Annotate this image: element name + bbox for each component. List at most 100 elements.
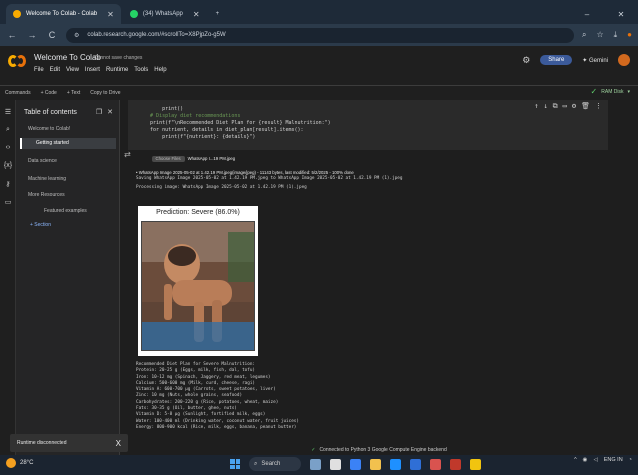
back-icon[interactable]: ← <box>6 30 18 40</box>
menu-file[interactable]: File <box>34 67 44 73</box>
toc-expand-icon[interactable]: ❐ <box>96 108 102 116</box>
runtime-status[interactable]: ✓ RAM Disk ▾ <box>591 87 630 96</box>
files-folder-icon[interactable]: ▭ <box>3 198 13 206</box>
more-options-icon[interactable]: ⋮ <box>595 103 602 110</box>
windows-start-icon[interactable] <box>230 459 240 469</box>
mail-icon[interactable] <box>430 458 441 470</box>
chevron-up-icon[interactable]: ^ <box>574 457 577 463</box>
bell-icon[interactable]: ◔ <box>629 457 632 463</box>
add-text-button[interactable]: + Text <box>67 90 80 96</box>
close-tab-icon[interactable]: ✕ <box>193 10 200 19</box>
url-text: colab.research.google.com/#scrollTo=X8Pj… <box>87 32 226 38</box>
menu-edit[interactable]: Edit <box>50 67 60 73</box>
wifi-icon[interactable]: ◉ <box>583 457 588 463</box>
add-code-button[interactable]: + Code <box>41 90 57 96</box>
share-button[interactable]: Share <box>540 55 573 65</box>
gemini-button[interactable]: ✦ Gemini <box>582 57 608 64</box>
settings-gear-icon[interactable]: ⚙ <box>522 55 530 66</box>
notebook-toolbar: Commands + Code + Text Copy to Drive <box>0 86 638 100</box>
edge-icon[interactable] <box>350 458 361 470</box>
variables-icon[interactable]: {x} <box>3 162 13 169</box>
close-icon[interactable]: ✕ <box>107 108 113 116</box>
toc-item-data-science[interactable]: Data science <box>28 158 57 164</box>
upload-status-text: WhatsApp Image 2025-05-02 at 1.42.19 PM.… <box>138 169 354 175</box>
notebook-title[interactable]: Welcome To Colab <box>34 53 101 62</box>
word-icon[interactable] <box>410 458 421 470</box>
toc-item-welcome[interactable]: Welcome to Colab! <box>28 126 70 132</box>
check-icon: ✓ <box>590 87 598 96</box>
search-icon[interactable]: ⌕ <box>3 126 13 134</box>
code-line: print(f"{nutrient}: {details}") <box>138 134 256 140</box>
tab-label: (34) WhatsApp <box>142 11 183 17</box>
profile-icon[interactable]: ● <box>627 30 632 40</box>
colab-logo-icon[interactable] <box>8 55 26 67</box>
reload-icon[interactable]: C <box>46 30 58 40</box>
taskbar-search[interactable]: ⌕ Search <box>249 457 301 471</box>
bookmark-star-icon[interactable]: ☆ <box>596 30 603 40</box>
close-snackbar-button[interactable]: X <box>116 439 121 448</box>
code-comment-line: # Display diet recommendations <box>138 113 241 119</box>
menu-view[interactable]: View <box>66 67 79 73</box>
menu-help[interactable]: Help <box>154 67 166 73</box>
choose-files-button[interactable]: Choose Files <box>151 156 185 163</box>
speaker-icon[interactable]: ◁ <box>593 457 597 463</box>
toc-item-getting-started[interactable]: Getting started <box>20 138 116 149</box>
settings-gear-icon[interactable]: ⚙ <box>572 103 576 110</box>
tab-colab[interactable]: Welcome To Colab - Colab ✕ <box>6 4 121 24</box>
chevron-down-icon[interactable]: ▾ <box>627 89 630 95</box>
tab-whatsapp[interactable]: (34) WhatsApp ✕ <box>123 4 207 24</box>
table-of-contents-panel: Table of contents ❐ ✕ Welcome to Colab! … <box>16 100 120 455</box>
secrets-key-icon[interactable]: ⚷ <box>3 180 13 188</box>
delete-icon[interactable]: 🗑 <box>581 103 590 110</box>
comment-icon[interactable]: ▭ <box>563 103 567 110</box>
office-icon[interactable] <box>450 458 461 470</box>
zoom-icon[interactable]: ⌕ <box>582 30 586 40</box>
output-icon[interactable]: ⇄ <box>124 150 131 159</box>
store-icon[interactable] <box>390 458 401 470</box>
close-tab-icon[interactable]: ✕ <box>107 10 114 19</box>
chrome-icon[interactable] <box>470 458 481 470</box>
status-bar: ✓ Connected to Python 3 Google Compute E… <box>120 444 638 455</box>
toc-item-more-resources[interactable]: More Resources <box>28 192 65 198</box>
toc-item-featured-examples[interactable]: Featured examples <box>44 208 87 214</box>
add-section-button[interactable]: + Section <box>30 222 51 228</box>
widgets-icon[interactable] <box>330 458 341 470</box>
file-explorer-icon[interactable] <box>370 458 381 470</box>
toc-item-machine-learning[interactable]: Machine learning <box>28 176 66 182</box>
windows-taskbar: 28°C ⌕ Search ^ ◉ ◁ ENG IN ◔ <box>0 455 638 475</box>
address-bar-row: ← → C ⚙ colab.research.google.com/#scrol… <box>0 24 638 46</box>
notebook-main: print() # Display diet recommendations p… <box>120 100 638 455</box>
move-down-icon[interactable]: ↓ <box>543 103 547 110</box>
commands-button[interactable]: Commands <box>5 90 31 96</box>
copy-to-drive-button[interactable]: Copy to Drive <box>90 90 120 96</box>
taskbar-search-label: Search <box>261 461 281 467</box>
ram-disk-label: RAM Disk <box>601 88 624 95</box>
download-icon[interactable]: ⤓ <box>614 30 618 40</box>
link-icon[interactable]: ⧉ <box>553 103 558 110</box>
menu-tools[interactable]: Tools <box>134 67 148 73</box>
close-window-button[interactable]: ✕ <box>604 4 638 24</box>
move-up-icon[interactable]: ↑ <box>534 103 538 110</box>
weather-widget[interactable]: 28°C <box>6 458 33 468</box>
language-indicator[interactable]: ENG IN <box>604 457 623 463</box>
new-tab-button[interactable]: + <box>209 4 227 24</box>
task-view-icon[interactable] <box>310 458 321 470</box>
site-info-icon[interactable]: ⚙ <box>74 32 79 39</box>
save-status: Cannot save changes <box>94 55 143 61</box>
cell-output: Choose Files WhatsApp I...19 PM.jpeg • Wh… <box>136 150 616 191</box>
status-text[interactable]: Connected to Python 3 Google Compute Eng… <box>319 447 446 453</box>
prediction-figure: Prediction: Severe (86.0%) <box>138 206 258 356</box>
url-input[interactable]: ⚙ colab.research.google.com/#scrollTo=X8… <box>66 27 574 43</box>
menu-runtime[interactable]: Runtime <box>106 67 128 73</box>
menu-insert[interactable]: Insert <box>85 67 100 73</box>
toc-icon[interactable]: ☰ <box>3 108 13 116</box>
region-label: IN <box>617 457 623 463</box>
minimize-button[interactable]: – <box>570 4 604 24</box>
diet-line: Energy: 800-900 kcal (Rice, milk, eggs, … <box>136 424 297 430</box>
code-cell[interactable]: print() # Display diet recommendations p… <box>128 100 608 150</box>
code-snippets-icon[interactable]: ‹› <box>3 144 13 151</box>
forward-icon[interactable]: → <box>26 30 38 40</box>
colab-favicon-icon <box>13 10 21 18</box>
avatar[interactable] <box>618 54 630 66</box>
lang-label: ENG <box>603 457 616 463</box>
